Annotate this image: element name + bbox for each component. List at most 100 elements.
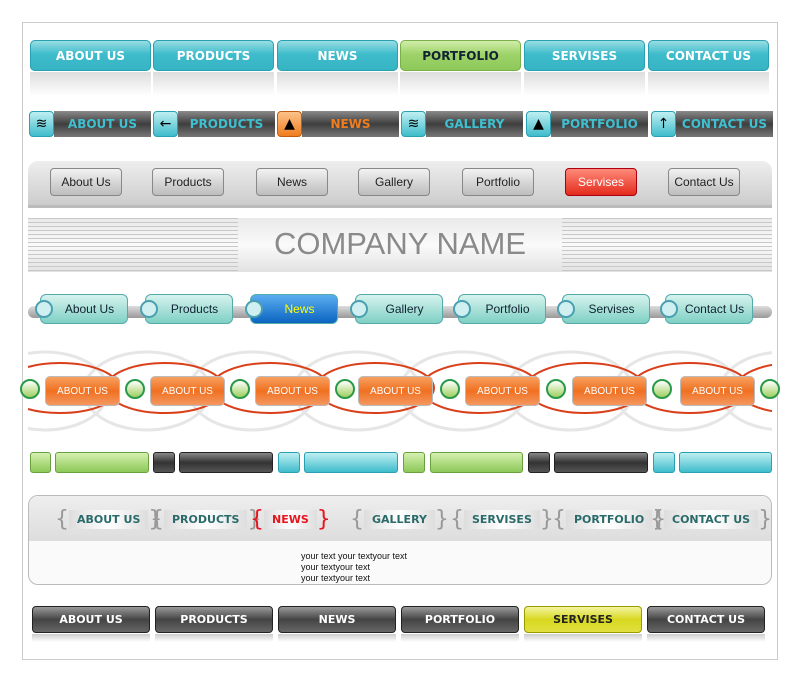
green-dot: [440, 379, 460, 399]
green-dot: [546, 379, 566, 399]
green-dot: [652, 379, 672, 399]
nav5-button[interactable]: Gallery: [350, 294, 443, 324]
spiral-icon: [557, 300, 575, 318]
blank-button[interactable]: [554, 452, 648, 473]
nav9-button[interactable]: PORTFOLIO: [401, 606, 519, 633]
nav5-label: Gallery: [385, 302, 424, 316]
nav6-button[interactable]: ABOUT US: [680, 376, 755, 406]
nav8-button[interactable]: {NEWS}: [250, 506, 331, 532]
reflection: [524, 72, 645, 96]
nav8-label: PORTFOLIO: [566, 509, 653, 529]
nav5-label: Servises: [588, 302, 635, 316]
nav9-button[interactable]: CONTACT US: [647, 606, 765, 633]
nav8-label: NEWS: [264, 509, 317, 529]
nav8-button[interactable]: {SERVISES}: [450, 507, 554, 532]
blank-button[interactable]: [55, 452, 149, 473]
waves-icon: ≋: [29, 111, 54, 137]
nav5-button[interactable]: Products: [140, 294, 233, 324]
nav1-button[interactable]: NEWS: [277, 40, 398, 71]
nav8-label: PRODUCTS: [164, 509, 248, 529]
nav5-button[interactable]: Servises: [557, 294, 650, 324]
nav1-button[interactable]: SERVISES: [524, 40, 645, 71]
nav3-button[interactable]: Contact Us: [668, 168, 740, 196]
brace-left: {: [150, 506, 164, 532]
spiral-icon: [453, 300, 471, 318]
nav5-label: Products: [170, 302, 219, 316]
spiral-icon: [350, 300, 368, 318]
blank-button[interactable]: [679, 452, 772, 473]
company-banner: COMPANY NAME: [28, 218, 772, 272]
green-dot: [760, 379, 780, 399]
nav8-label: GALLERY: [364, 509, 435, 529]
blank-button[interactable]: [528, 452, 550, 473]
arrow-up-icon: ↑: [651, 111, 676, 137]
nav8-label: SERVISES: [464, 509, 540, 529]
spiral-icon: [35, 300, 53, 318]
nav6-button[interactable]: ABOUT US: [150, 376, 225, 406]
reflection: [647, 634, 765, 642]
panel-text: your text your textyour text your textyou…: [301, 551, 407, 584]
nav3-button[interactable]: Portfolio: [462, 168, 534, 196]
nav2-label: PRODUCTS: [178, 111, 275, 137]
nav5-label: About Us: [64, 302, 115, 316]
nav6-button[interactable]: ABOUT US: [572, 376, 647, 406]
nav1-button[interactable]: PORTFOLIO: [400, 40, 521, 71]
spiral-icon: [660, 300, 678, 318]
nav5-button[interactable]: News: [245, 294, 338, 324]
nav8-button[interactable]: {GALLERY}: [350, 506, 449, 532]
blank-button[interactable]: [278, 452, 300, 473]
brace-left: {: [250, 506, 264, 532]
blank-button[interactable]: [653, 452, 675, 473]
nav5-label: Contact Us: [684, 302, 745, 316]
nav8-label: ABOUT US: [69, 509, 149, 529]
blank-button[interactable]: [430, 452, 523, 473]
nav5-button[interactable]: About Us: [35, 294, 128, 324]
nav1-button[interactable]: ABOUT US: [30, 40, 151, 71]
nav8-button[interactable]: {ABOUT US}: [55, 507, 162, 532]
nav2-button[interactable]: ≋ GALLERY: [401, 111, 523, 137]
nav2-label: NEWS: [302, 111, 399, 137]
nav3-button[interactable]: Products: [152, 168, 224, 196]
brace-left: {: [350, 506, 364, 532]
green-dot: [125, 379, 145, 399]
nav1-button[interactable]: PRODUCTS: [153, 40, 274, 71]
nav3-button[interactable]: About Us: [50, 168, 122, 196]
nav6-button[interactable]: ABOUT US: [255, 376, 330, 406]
nav2-label: GALLERY: [426, 111, 523, 137]
text-line: your text your textyour text: [301, 551, 408, 561]
blank-button[interactable]: [30, 452, 51, 473]
nav6-button[interactable]: ABOUT US: [45, 376, 120, 406]
reflection: [153, 72, 274, 96]
nav3-button[interactable]: Servises: [565, 168, 637, 196]
nav5-button[interactable]: Contact Us: [660, 294, 753, 324]
spiral-icon: [245, 300, 263, 318]
nav2-button[interactable]: ≋ ABOUT US: [29, 111, 151, 137]
nav6-button[interactable]: ABOUT US: [358, 376, 433, 406]
nav2-button[interactable]: ▲ NEWS: [277, 111, 399, 137]
nav2-button[interactable]: ← PRODUCTS: [153, 111, 275, 137]
blank-button[interactable]: [403, 452, 425, 473]
text-line: your textyour text: [301, 562, 371, 572]
nav5-button[interactable]: Portfolio: [453, 294, 546, 324]
nav1-button[interactable]: CONTACT US: [648, 40, 769, 71]
nav9-button[interactable]: NEWS: [278, 606, 396, 633]
reflection: [648, 72, 769, 96]
blank-button[interactable]: [304, 452, 398, 473]
nav8-button[interactable]: {CONTACT US}: [650, 507, 772, 532]
nav6-button[interactable]: ABOUT US: [465, 376, 540, 406]
nav2-button[interactable]: ▲ PORTFOLIO: [526, 111, 648, 137]
nav3-button[interactable]: News: [256, 168, 328, 196]
spiral-icon: [140, 300, 158, 318]
blank-button[interactable]: [179, 452, 273, 473]
nav2-button[interactable]: ↑ CONTACT US: [651, 111, 773, 137]
blank-button[interactable]: [153, 452, 175, 473]
nav8-label: CONTACT US: [664, 509, 759, 529]
nav9-button[interactable]: SERVISES: [524, 606, 642, 633]
nav3-button[interactable]: Gallery: [358, 168, 430, 196]
brace-right: }: [434, 506, 449, 532]
triangle-up-icon: ▲: [526, 111, 551, 137]
nav2-label: ABOUT US: [54, 111, 151, 137]
nav8-button[interactable]: {PRODUCTS}: [150, 506, 261, 532]
nav9-button[interactable]: ABOUT US: [32, 606, 150, 633]
nav9-button[interactable]: PRODUCTS: [155, 606, 273, 633]
